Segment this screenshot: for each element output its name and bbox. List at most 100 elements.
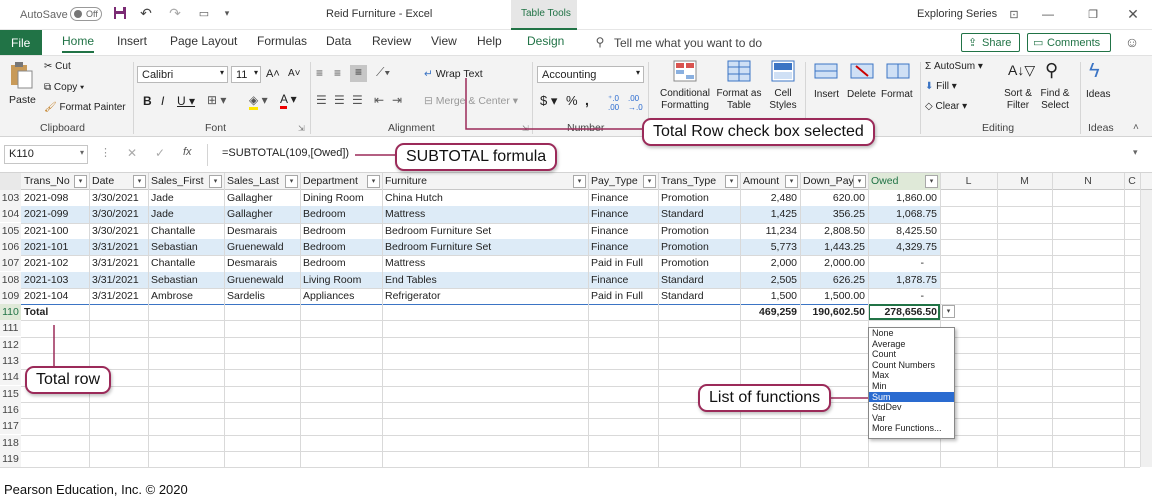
table-cell[interactable]: 626.25 <box>800 272 868 288</box>
orientation-icon[interactable]: ⟋▾ <box>376 65 390 80</box>
table-cell[interactable]: 11,234 <box>740 223 800 239</box>
filter-dropdown-icon[interactable]: ▾ <box>725 175 738 188</box>
save-icon[interactable] <box>113 6 127 20</box>
column-letter-n[interactable]: N <box>1052 173 1124 190</box>
table-cell[interactable]: Bedroom Furniture Set <box>382 223 588 239</box>
column-letter-m[interactable]: M <box>997 173 1052 190</box>
fill-color-icon[interactable]: ◈ ▾ <box>249 93 268 110</box>
row-header[interactable]: 103 <box>0 190 21 206</box>
table-cell[interactable]: Gallagher <box>224 206 300 222</box>
table-cell[interactable]: 3/31/2021 <box>89 255 148 271</box>
function-option-stddev[interactable]: StdDev <box>869 402 954 413</box>
table-cell[interactable]: Standard <box>658 206 740 222</box>
copy-button[interactable]: ⧉ Copy ▾ <box>44 82 84 93</box>
filter-dropdown-icon[interactable]: ▾ <box>74 175 87 188</box>
table-cell[interactable]: Bedroom Furniture Set <box>382 239 588 255</box>
delete-cells-button[interactable]: Delete <box>845 60 877 110</box>
function-option-more-functions[interactable]: More Functions... <box>869 423 954 434</box>
row-header[interactable]: 111 <box>0 320 21 337</box>
total-amount[interactable]: 469,259 <box>740 304 800 320</box>
table-cell[interactable]: Bedroom <box>300 223 382 239</box>
table-cell[interactable]: Refrigerator <box>382 288 588 304</box>
table-cell[interactable]: Promotion <box>658 223 740 239</box>
enter-icon[interactable]: ✓ <box>155 146 165 160</box>
row-header[interactable]: 114 <box>0 369 21 386</box>
font-name-select[interactable]: Calibri ▾ <box>137 66 228 83</box>
table-cell[interactable]: 2021-103 <box>21 272 89 288</box>
italic-icon[interactable]: I <box>161 94 164 108</box>
table-cell[interactable]: 2021-101 <box>21 239 89 255</box>
total-function-list[interactable]: None Average Count Count Numbers Max Min Sum St… <box>868 327 955 439</box>
table-cell[interactable]: 1,443.25 <box>800 239 868 255</box>
table-cell[interactable]: Bedroom <box>300 206 382 222</box>
row-header[interactable]: 118 <box>0 434 21 451</box>
table-cell[interactable]: 356.25 <box>800 206 868 222</box>
font-launcher-icon[interactable]: ⇲ <box>298 124 305 133</box>
comma-style-icon[interactable]: , <box>585 92 589 108</box>
table-cell[interactable]: 2,480 <box>740 190 800 206</box>
table-cell[interactable]: - <box>868 255 940 271</box>
bold-icon[interactable]: B <box>143 94 152 108</box>
table-cell[interactable]: 2021-098 <box>21 190 89 206</box>
row-header[interactable]: 117 <box>0 418 21 435</box>
table-cell[interactable]: Promotion <box>658 255 740 271</box>
autosave-toggle[interactable]: Off <box>70 7 102 21</box>
table-cell[interactable]: Finance <box>588 190 658 206</box>
formula-input[interactable]: =SUBTOTAL(109,[Owed]) <box>222 147 349 159</box>
table-cell[interactable]: Ambrose <box>148 288 224 304</box>
clear-button[interactable]: ◇ Clear ▾ <box>925 101 967 112</box>
paste-button[interactable]: Paste <box>6 62 36 110</box>
percent-icon[interactable]: % <box>566 93 578 108</box>
table-cell[interactable]: 5,773 <box>740 239 800 255</box>
table-cell[interactable]: 3/31/2021 <box>89 272 148 288</box>
minimize-icon[interactable]: — <box>1040 7 1056 21</box>
decrease-indent-icon[interactable]: ⇤ <box>374 93 384 107</box>
total-function-dropdown-icon[interactable]: ▾ <box>942 305 955 319</box>
filter-dropdown-icon[interactable]: ▾ <box>367 175 380 188</box>
total-owed-cell[interactable]: 278,656.50 <box>868 304 940 321</box>
function-option-none[interactable]: None <box>869 328 954 339</box>
tab-view[interactable]: View <box>431 34 457 48</box>
tab-design[interactable]: Design <box>527 34 564 48</box>
function-option-count[interactable]: Count <box>869 349 954 360</box>
table-cell[interactable]: Jade <box>148 190 224 206</box>
tab-review[interactable]: Review <box>372 34 411 48</box>
table-cell[interactable]: 1,425 <box>740 206 800 222</box>
table-cell[interactable]: 3/31/2021 <box>89 288 148 304</box>
insert-cells-button[interactable]: Insert <box>810 60 842 110</box>
table-cell[interactable]: 2021-104 <box>21 288 89 304</box>
table-cell[interactable]: 1,500.00 <box>800 288 868 304</box>
align-middle-icon[interactable]: ≡ <box>334 66 341 80</box>
row-header[interactable]: 113 <box>0 353 21 369</box>
function-option-max[interactable]: Max <box>869 370 954 381</box>
function-option-var[interactable]: Var <box>869 413 954 424</box>
table-cell[interactable]: 8,425.50 <box>868 223 940 239</box>
vertical-scrollbar[interactable] <box>1140 190 1152 468</box>
row-header[interactable]: 104 <box>0 206 21 223</box>
table-cell[interactable]: Sardelis <box>224 288 300 304</box>
column-letter-c[interactable]: C <box>1124 173 1140 190</box>
table-cell[interactable]: 620.00 <box>800 190 868 206</box>
format-painter-button[interactable]: 🖌 Format Painter <box>44 102 126 113</box>
function-option-average[interactable]: Average <box>869 339 954 350</box>
table-cell[interactable]: End Tables <box>382 272 588 288</box>
tab-data[interactable]: Data <box>326 34 351 48</box>
table-cell[interactable]: 2021-100 <box>21 223 89 239</box>
table-cell[interactable]: 4,329.75 <box>868 239 940 255</box>
table-cell[interactable]: Bedroom <box>300 239 382 255</box>
table-cell[interactable]: 3/30/2021 <box>89 190 148 206</box>
tell-me-search[interactable]: Tell me what you want to do <box>614 36 762 50</box>
row-header[interactable]: 110 <box>0 304 21 321</box>
tab-insert[interactable]: Insert <box>117 34 147 48</box>
table-cell[interactable]: Chantalle <box>148 255 224 271</box>
table-cell[interactable]: Finance <box>588 223 658 239</box>
ideas-button[interactable]: ϟ Ideas <box>1084 60 1114 110</box>
cancel-icon[interactable]: ✕ <box>127 146 137 160</box>
decrease-decimal-icon[interactable]: .00 →.0 <box>628 94 643 112</box>
table-cell[interactable]: Standard <box>658 288 740 304</box>
table-cell[interactable]: Sebastian <box>148 272 224 288</box>
table-cell[interactable]: Jade <box>148 206 224 222</box>
filter-dropdown-icon[interactable]: ▾ <box>573 175 586 188</box>
increase-decimal-icon[interactable]: ⁺.0.00 <box>608 94 619 112</box>
merge-center-button[interactable]: ⊟ Merge & Center ▾ <box>424 95 518 107</box>
